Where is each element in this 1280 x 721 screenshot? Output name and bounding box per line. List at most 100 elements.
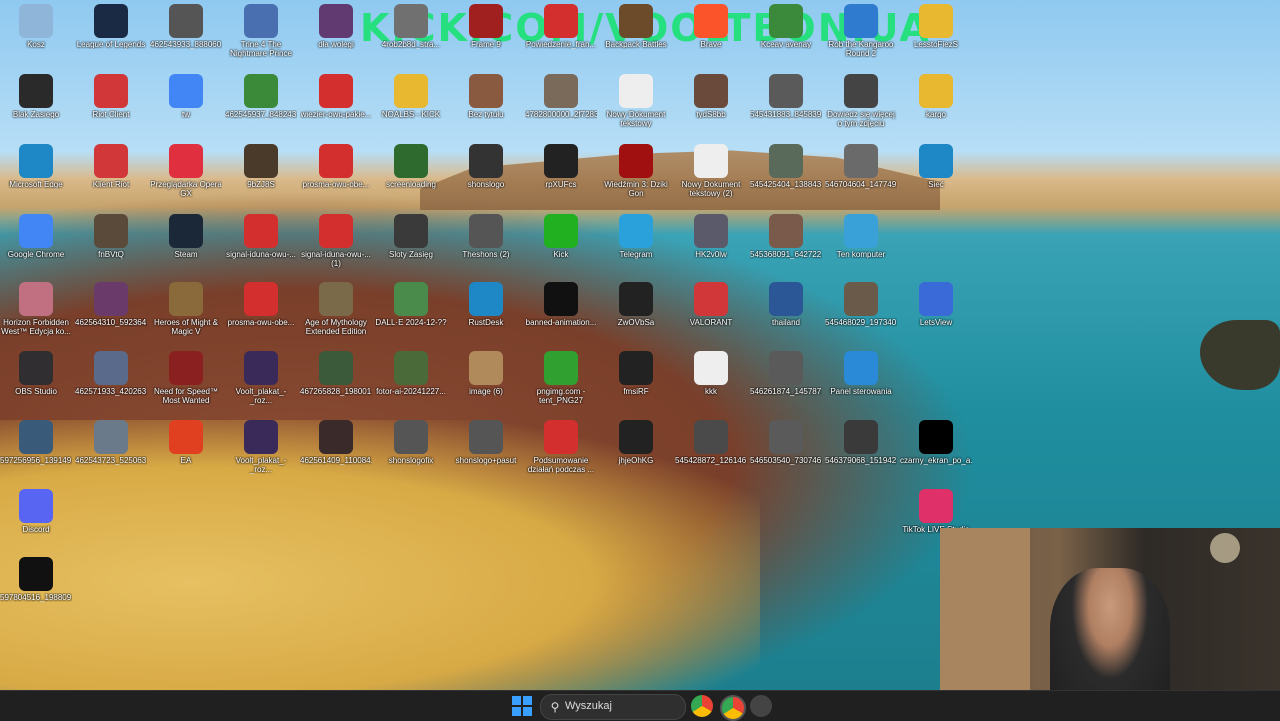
desktop-icon[interactable]: 462564310_592364...: [75, 282, 147, 327]
desktop-icon[interactable]: shonslogo+pasut: [450, 420, 522, 465]
desktop-icon[interactable]: 467265828_198001...: [300, 351, 372, 396]
desktop-icon[interactable]: Podsumowanie działań podczas ...: [525, 420, 597, 474]
desktop-icon[interactable]: image (6): [450, 351, 522, 396]
desktop-icon[interactable]: DALL·E 2024-12-??: [375, 282, 447, 327]
desktop-icon[interactable]: 546379068_151942...: [825, 420, 897, 465]
desktop-icon[interactable]: Nowy Dokument tekstowy: [600, 74, 672, 128]
desktop-icon[interactable]: 546704604_147749...: [825, 144, 897, 189]
desktop-icon[interactable]: 9bZJ8S: [225, 144, 297, 189]
desktop-icon[interactable]: Microsoft Edge: [0, 144, 72, 189]
desktop-icon[interactable]: League of Legends: [75, 4, 147, 49]
desktop-icon[interactable]: Google Chrome: [0, 214, 72, 259]
desktop-icon[interactable]: pngimg.com - tent_PNG27: [525, 351, 597, 405]
desktop-icon[interactable]: 462543933_888060...: [150, 4, 222, 49]
desktop-icon[interactable]: rpXUFcs: [525, 144, 597, 189]
desktop-icon[interactable]: Brave: [675, 4, 747, 49]
desktop-icon[interactable]: Need for Speed™ Most Wanted: [150, 351, 222, 405]
taskbar-search[interactable]: ⚲ Wyszukaj: [540, 694, 686, 720]
desktop-icon[interactable]: Backpack Battles: [600, 4, 672, 49]
desktop-icon[interactable]: prosma-owu-obe...: [225, 282, 297, 327]
desktop-icon[interactable]: Nowy Dokument tekstowy (2): [675, 144, 747, 198]
desktop-icon[interactable]: shonslogofix: [375, 420, 447, 465]
desktop-icon[interactable]: LetsView: [900, 282, 972, 327]
desktop-icon[interactable]: 597804516_198809...: [0, 557, 72, 602]
desktop-icon[interactable]: 597256956_139149...: [0, 420, 72, 465]
desktop-icon[interactable]: Przeglądarka Opera GX: [150, 144, 222, 198]
desktop-icon[interactable]: HK2v0lw: [675, 214, 747, 259]
desktop-icon[interactable]: RustDesk: [450, 282, 522, 327]
desktop-icon[interactable]: Trine 4 The Nightmare Prince: [225, 4, 297, 58]
desktop-icon[interactable]: 4rob2b8d_stra...: [375, 4, 447, 49]
desktop-icon[interactable]: Telegram: [600, 214, 672, 259]
desktop-icon[interactable]: 545368091_642722...: [750, 214, 822, 259]
desktop-icon[interactable]: Age of Mythology Extended Edition: [300, 282, 372, 336]
desktop-icon[interactable]: 545428872_126146...: [675, 420, 747, 465]
desktop-icon[interactable]: 545431883_845839...: [750, 74, 822, 119]
desktop-icon[interactable]: 546503540_730746...: [750, 420, 822, 465]
desktop-icon[interactable]: Voolt_plakat_-_roz...: [225, 351, 297, 405]
desktop-icon-label: fnBVtQ: [98, 250, 124, 259]
desktop-icon[interactable]: 462561409_110084...: [300, 420, 372, 465]
desktop-icon[interactable]: tydS8bb: [675, 74, 747, 119]
desktop-icon[interactable]: Bez tytułu: [450, 74, 522, 119]
desktop-icon[interactable]: fotor-ai-20241227...: [375, 351, 447, 396]
taskbar-settings-icon[interactable]: [750, 695, 772, 717]
desktop-icon[interactable]: prosma-owu-obe...: [300, 144, 372, 189]
taskbar-chrome-profile-icon[interactable]: [720, 695, 746, 721]
desktop-icon[interactable]: kkk: [675, 351, 747, 396]
desktop-icon[interactable]: Panel sterowania: [825, 351, 897, 396]
desktop-icon[interactable]: Theshons (2): [450, 214, 522, 259]
desktop-icon[interactable]: 545425404_138843...: [750, 144, 822, 189]
desktop-icon[interactable]: Kosz: [0, 4, 72, 49]
desktop-icon-label: Age of Mythology Extended Edition: [305, 318, 367, 336]
desktop-icon[interactable]: thailand: [750, 282, 822, 327]
desktop-icon[interactable]: Ten komputer: [825, 214, 897, 259]
desktop-icon[interactable]: Powiedzenie_fran...: [525, 4, 597, 49]
desktop-icon[interactable]: screenloading: [375, 144, 447, 189]
desktop-icon[interactable]: NOALBS - KICK: [375, 74, 447, 119]
desktop-icon[interactable]: kargo: [900, 74, 972, 119]
desktop-icon[interactable]: 462543723_525063...: [75, 420, 147, 465]
desktop-icon[interactable]: Rob the Kangaroo Round 2: [825, 4, 897, 58]
desktop-icon-image: [94, 4, 128, 38]
desktop-icon[interactable]: Dowiedz się więcej o tym zdjęciu: [825, 74, 897, 128]
desktop-icon[interactable]: Kick: [525, 214, 597, 259]
desktop-icon[interactable]: 546261874_145787...: [750, 351, 822, 396]
desktop-icon[interactable]: fmsiRF: [600, 351, 672, 396]
desktop-icon[interactable]: 462545937_848243...: [225, 74, 297, 119]
desktop-icon[interactable]: jhjeOhKG: [600, 420, 672, 465]
start-button[interactable]: [512, 696, 532, 716]
desktop-icon[interactable]: wiezier-owu-pakie...: [300, 74, 372, 119]
desktop-icon[interactable]: Blak Zasiego: [0, 74, 72, 119]
desktop-icon[interactable]: OBS Studio: [0, 351, 72, 396]
desktop-icon[interactable]: Wiedźmin 3: Dziki Gon: [600, 144, 672, 198]
desktop-icon[interactable]: Horizon Forbidden West™ Edycja ko...: [0, 282, 72, 336]
desktop-icon[interactable]: dła wolegi: [300, 4, 372, 49]
desktop-icon[interactable]: shonslogo: [450, 144, 522, 189]
desktop-icon[interactable]: VALORANT: [675, 282, 747, 327]
desktop-icon[interactable]: banned-animation...: [525, 282, 597, 327]
desktop-icon[interactable]: EA: [150, 420, 222, 465]
desktop-icon[interactable]: Discord: [0, 489, 72, 534]
desktop-icon[interactable]: Voolt_plakat_-_roz...: [225, 420, 297, 474]
desktop-icon[interactable]: Sloty Zasięg: [375, 214, 447, 259]
taskbar-chrome-icon[interactable]: [691, 695, 713, 717]
desktop-icon[interactable]: signal-iduna-owu-...: [225, 214, 297, 259]
desktop-icon[interactable]: ZwOVbSa: [600, 282, 672, 327]
desktop-icon[interactable]: fnBVtQ: [75, 214, 147, 259]
desktop-icon[interactable]: czarny_ekran_po_a...: [900, 420, 972, 465]
desktop-icon[interactable]: Klient Riot: [75, 144, 147, 189]
desktop-icon[interactable]: Riot Client: [75, 74, 147, 119]
desktop-icon[interactable]: Heroes of Might & Magic V: [150, 282, 222, 336]
desktop-icon[interactable]: Steam: [150, 214, 222, 259]
desktop-icon[interactable]: 462571933_420263...: [75, 351, 147, 396]
desktop-icon[interactable]: tw: [150, 74, 222, 119]
desktop-icon[interactable]: 545468029_197340...: [825, 282, 897, 327]
desktop-icon[interactable]: Frame 9: [450, 4, 522, 49]
desktop-icon[interactable]: signal-iduna-owu-... (1): [300, 214, 372, 268]
desktop-icon[interactable]: 4782800000_2f7283...: [525, 74, 597, 119]
desktop-icon[interactable]: Sieć: [900, 144, 972, 189]
desktop-icon-image: [919, 144, 953, 178]
desktop-icon[interactable]: LesstoFiezS: [900, 4, 972, 49]
desktop-icon[interactable]: Kceav avenay: [750, 4, 822, 49]
